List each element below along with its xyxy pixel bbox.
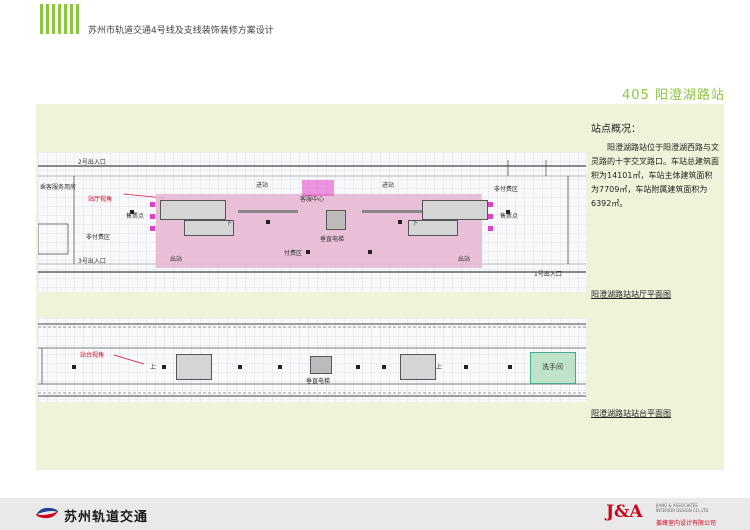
- label-exit-1: 1号出入口: [534, 271, 562, 278]
- header-stripes-logo: [40, 4, 80, 34]
- column: [382, 365, 386, 369]
- column: [398, 220, 402, 224]
- platform-stair-left: [176, 354, 212, 380]
- label-platform-elevator: 垂直电梯: [306, 378, 331, 385]
- label-ticket-right: 售票点: [500, 213, 519, 220]
- label-down-right: 下: [412, 220, 419, 227]
- label-up-left: 上: [150, 364, 157, 371]
- ja-logo: J&A: [606, 502, 643, 522]
- elevator-shaft: [326, 210, 346, 230]
- column: [72, 365, 76, 369]
- label-unpaid-right: 非付费区: [494, 186, 519, 193]
- platform-plan-caption: 阳澄湖路站站台平面图: [591, 409, 671, 418]
- column: [162, 365, 166, 369]
- hall-plan-caption: 阳澄湖路站站厅平面图: [591, 290, 671, 299]
- station-overview: 站点概况： 阳澄湖路站位于阳澄湖西路与文灵路的十字交叉路口。车站总建筑面积为14…: [591, 120, 719, 211]
- ticket-machine: [150, 202, 155, 207]
- ja-company-chinese: 姜峰室内设计有限公司: [656, 520, 717, 527]
- label-exit-station-right: 出站: [458, 256, 471, 263]
- overview-paragraph: 阳澄湖路站位于阳澄湖西路与文灵路的十字交叉路口。车站总建筑面积为14101㎡，车…: [591, 143, 719, 208]
- label-hall-view: 站厅视角: [88, 196, 113, 203]
- overview-heading: 站点概况：: [591, 124, 641, 135]
- label-up-right: 上: [436, 364, 443, 371]
- platform-stair-right: [400, 354, 436, 380]
- stair-right: [422, 200, 488, 220]
- label-exit-station-left: 出站: [170, 256, 183, 263]
- suzhou-metro-logo-icon: [36, 507, 58, 519]
- hall-floor-plan: 2号出入口 乘客服务用房 站厅视角 售票点 非付费区 3号出入口 进站 客服中心…: [38, 152, 586, 292]
- label-enter-right: 进站: [382, 182, 395, 189]
- column: [356, 365, 360, 369]
- label-washroom: 洗手间: [542, 363, 563, 371]
- gate-line-right: [362, 210, 422, 213]
- footer-brand-name: 苏州轨道交通: [64, 510, 149, 525]
- label-service-room: 乘客服务用房: [40, 184, 77, 191]
- column: [306, 250, 310, 254]
- label-down-left: 下: [226, 220, 233, 227]
- document-title: 苏州市轨道交通4号线及支线装饰装修方案设计: [88, 26, 274, 36]
- column: [266, 220, 270, 224]
- label-enter-left: 进站: [256, 182, 269, 189]
- label-elevator: 垂直电梯: [320, 236, 345, 243]
- column: [368, 250, 372, 254]
- ticket-machine: [488, 226, 493, 231]
- ticket-machine: [150, 214, 155, 219]
- station-title: 405 阳澄湖路站: [622, 88, 725, 103]
- label-platform-view: 站台视角: [80, 352, 105, 359]
- label-paid-zone: 付费区: [284, 250, 303, 257]
- gate-line-left: [238, 210, 298, 213]
- ticket-machine: [488, 202, 493, 207]
- column: [508, 365, 512, 369]
- label-service-center: 客服中心: [300, 196, 325, 203]
- ticket-machine: [150, 226, 155, 231]
- label-exit-3: 3号出入口: [78, 258, 106, 265]
- label-unpaid-left: 非付费区: [86, 234, 111, 241]
- column: [238, 365, 242, 369]
- platform-elevator-shaft: [310, 356, 332, 374]
- column: [464, 365, 468, 369]
- stair-left: [160, 200, 226, 220]
- column: [278, 365, 282, 369]
- ja-company-english: JIANG & ASSOCIATES INTERIOR DESIGN CO.,L…: [656, 503, 709, 513]
- ja-name-line-2: INTERIOR DESIGN CO.,LTD: [656, 508, 709, 513]
- label-exit-2: 2号出入口: [78, 159, 106, 166]
- label-ticket-left: 售票点: [126, 213, 145, 220]
- platform-floor-plan: 站台视角 上 垂直电梯 上 洗手间: [38, 318, 586, 402]
- ticket-machine: [488, 214, 493, 219]
